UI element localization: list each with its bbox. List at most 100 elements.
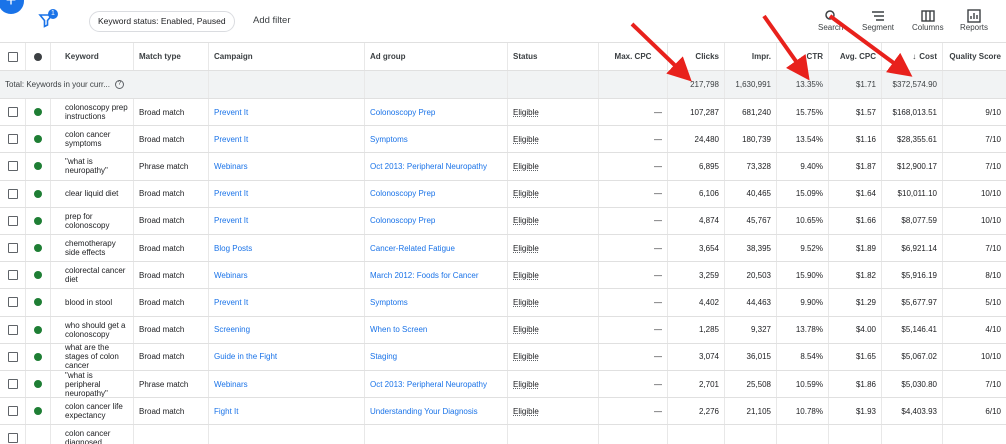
match-type-column-header[interactable]: Match type [134, 43, 209, 70]
avg-cpc-column-header[interactable]: Avg. CPC [829, 43, 882, 70]
select-all-checkbox[interactable] [7, 51, 18, 62]
max-cpc-cell[interactable]: — [654, 244, 662, 253]
segment-tool-button[interactable]: Segment [862, 9, 894, 32]
max-cpc-cell[interactable]: — [654, 135, 662, 144]
campaign-link[interactable]: Prevent It [214, 108, 248, 117]
row-select-cell[interactable] [0, 180, 26, 207]
row-checkbox[interactable] [7, 134, 18, 145]
impr-column-header[interactable]: Impr. [725, 43, 777, 70]
ctr-column-header[interactable]: CTR [777, 43, 829, 70]
row-checkbox[interactable] [7, 324, 18, 335]
cost-column-header[interactable]: ↓ Cost [882, 43, 943, 70]
campaign-link[interactable]: Prevent It [214, 189, 248, 198]
row-checkbox[interactable] [7, 379, 18, 390]
row-select-cell[interactable] [0, 371, 26, 398]
status-cell[interactable]: Eligible [513, 271, 539, 280]
campaign-link[interactable]: Prevent It [214, 135, 248, 144]
ad-group-link[interactable]: Understanding Your Diagnosis [370, 407, 478, 416]
row-checkbox[interactable] [7, 351, 18, 362]
campaign-link[interactable]: Webinars [214, 162, 248, 171]
max-cpc-cell[interactable]: — [654, 352, 662, 361]
ad-group-link[interactable]: Oct 2013: Peripheral Neuropathy [370, 162, 487, 171]
status-cell[interactable]: Eligible [513, 380, 539, 389]
campaign-column-header[interactable]: Campaign [209, 43, 365, 70]
add-filter-button[interactable]: Add filter [253, 15, 291, 26]
ad-group-link[interactable]: Symptoms [370, 135, 408, 144]
keyword-column-header[interactable]: Keyword [51, 43, 134, 70]
row-checkbox[interactable] [7, 215, 18, 226]
ad-group-link[interactable]: When to Screen [370, 325, 427, 334]
campaign-link[interactable]: Guide in the Fight [214, 352, 277, 361]
max-cpc-cell[interactable]: — [654, 380, 662, 389]
row-select-cell[interactable] [0, 343, 26, 370]
row-checkbox[interactable] [7, 107, 18, 118]
ad-group-link[interactable]: Symptoms [370, 298, 408, 307]
ad-group-link[interactable]: Colonoscopy Prep [370, 108, 435, 117]
clicks-cell: 1,285 [698, 325, 719, 335]
row-checkbox[interactable] [7, 406, 18, 417]
max-cpc-cell[interactable]: — [654, 216, 662, 225]
max-cpc-cell[interactable]: — [654, 162, 662, 171]
row-checkbox[interactable] [7, 188, 18, 199]
status-cell[interactable]: Eligible [513, 108, 539, 117]
row-select-cell[interactable] [0, 207, 26, 234]
search-tool-button[interactable]: Search [818, 9, 843, 32]
ad-group-link[interactable]: Colonoscopy Prep [370, 216, 435, 225]
campaign-link[interactable]: Webinars [214, 380, 248, 389]
ad-group-column-header[interactable]: Ad group [365, 43, 508, 70]
row-select-cell[interactable] [0, 126, 26, 153]
status-column-header[interactable]: Status [508, 43, 599, 70]
status-cell[interactable]: Eligible [513, 162, 539, 171]
status-cell[interactable]: Eligible [513, 244, 539, 253]
status-cell[interactable]: Eligible [513, 325, 539, 334]
status-cell[interactable]: Eligible [513, 135, 539, 144]
row-select-cell[interactable] [0, 289, 26, 316]
status-dot-header[interactable] [26, 43, 51, 70]
campaign-link[interactable]: Fight It [214, 407, 238, 416]
row-select-cell[interactable] [0, 99, 26, 126]
max-cpc-cell[interactable]: — [654, 325, 662, 334]
row-select-cell[interactable] [0, 153, 26, 180]
max-cpc-cell[interactable]: — [654, 407, 662, 416]
columns-tool-button[interactable]: Columns [912, 9, 944, 32]
row-checkbox[interactable] [7, 270, 18, 281]
clicks-column-header[interactable]: Clicks [668, 43, 725, 70]
campaign-link[interactable]: Prevent It [214, 298, 248, 307]
row-checkbox[interactable] [7, 243, 18, 254]
status-cell[interactable]: Eligible [513, 407, 539, 416]
row-checkbox[interactable] [7, 297, 18, 308]
row-select-cell[interactable] [0, 398, 26, 425]
row-checkbox[interactable] [7, 161, 18, 172]
ad-group-link[interactable]: Oct 2013: Peripheral Neuropathy [370, 380, 487, 389]
ad-group-link[interactable]: Cancer-Related Fatigue [370, 244, 455, 253]
max-cpc-cell[interactable]: — [654, 271, 662, 280]
ctr-cell: 10.59% [795, 379, 823, 389]
status-cell[interactable]: Eligible [513, 352, 539, 361]
status-cell[interactable]: Eligible [513, 189, 539, 198]
create-button[interactable]: + [0, 0, 24, 14]
select-all-cell[interactable] [0, 43, 26, 70]
help-icon[interactable]: ? [114, 80, 124, 89]
row-select-cell[interactable] [0, 425, 26, 444]
ad-group-link[interactable]: Staging [370, 352, 397, 361]
max-cpc-cell[interactable]: — [654, 298, 662, 307]
row-select-cell[interactable] [0, 262, 26, 289]
campaign-link[interactable]: Webinars [214, 271, 248, 280]
max-cpc-column-header[interactable]: Max. CPC [599, 43, 668, 70]
row-checkbox[interactable] [7, 433, 18, 444]
campaign-link[interactable]: Blog Posts [214, 244, 252, 253]
campaign-link[interactable]: Screening [214, 325, 250, 334]
row-select-cell[interactable] [0, 235, 26, 262]
ad-group-link[interactable]: March 2012: Foods for Cancer [370, 271, 479, 280]
keyword-cell: colorectal cancer diet [65, 266, 126, 285]
quality-score-column-header[interactable]: Quality Score [943, 43, 1006, 70]
ad-group-link[interactable]: Colonoscopy Prep [370, 189, 435, 198]
row-select-cell[interactable] [0, 316, 26, 343]
status-cell[interactable]: Eligible [513, 298, 539, 307]
max-cpc-cell[interactable]: — [654, 108, 662, 117]
keyword-status-filter-chip[interactable]: Keyword status: Enabled, Paused [89, 11, 235, 32]
reports-tool-button[interactable]: Reports [960, 9, 988, 32]
status-cell[interactable]: Eligible [513, 216, 539, 225]
max-cpc-cell[interactable]: — [654, 189, 662, 198]
campaign-link[interactable]: Prevent It [214, 216, 248, 225]
